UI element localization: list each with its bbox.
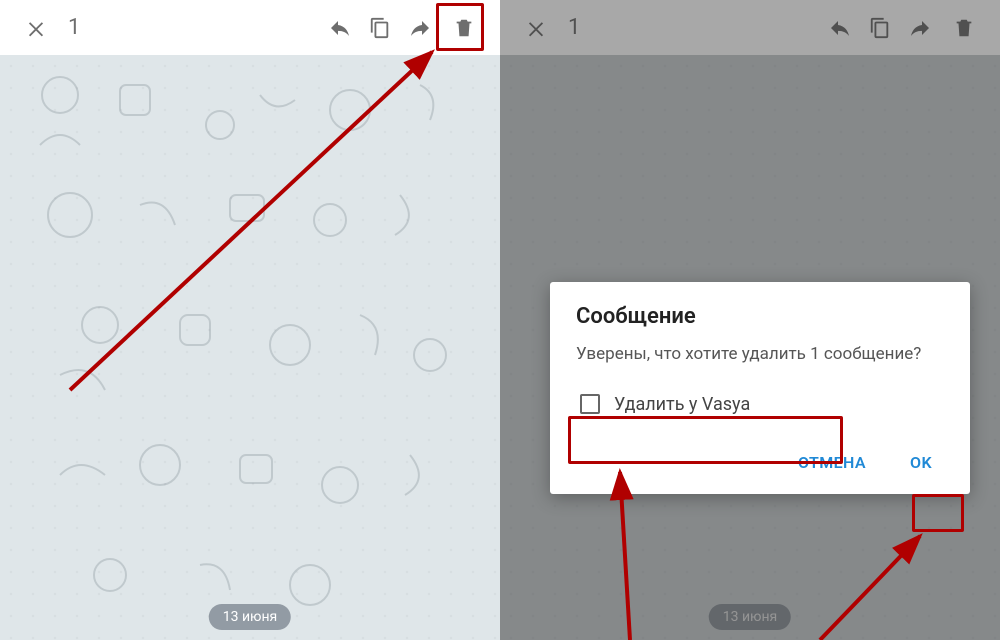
copy-icon <box>369 17 391 39</box>
selection-count: 1 <box>68 15 80 40</box>
cancel-button[interactable]: ОТМЕНА <box>786 445 878 480</box>
delete-button[interactable] <box>444 8 484 48</box>
delete-for-other-row[interactable]: Удалить у Vasya <box>576 388 944 421</box>
delete-confirm-dialog: Сообщение Уверены, что хотите удалить 1 … <box>550 282 970 494</box>
delete-for-other-label: Удалить у Vasya <box>614 394 750 415</box>
reply-icon <box>328 16 352 40</box>
delete-for-other-checkbox[interactable] <box>580 394 600 414</box>
close-icon <box>25 17 47 39</box>
dialog-title: Сообщение <box>576 304 944 329</box>
forward-button[interactable] <box>400 8 440 48</box>
dialog-body: Уверены, что хотите удалить 1 сообщение? <box>576 343 944 366</box>
screenshot-left: 1 1 <box>0 0 500 640</box>
modal-overlay-top <box>500 0 1000 55</box>
date-separator: 13 июня <box>209 604 291 630</box>
chat-background: 13 июня <box>0 55 500 640</box>
selection-toolbar: 1 <box>0 0 500 55</box>
reply-button[interactable] <box>320 8 360 48</box>
screenshot-right: 1 13 июня Сообщение Уверены, что хотите … <box>500 0 1000 640</box>
ok-button[interactable]: OK <box>898 445 944 480</box>
close-selection-button[interactable] <box>16 8 56 48</box>
copy-button[interactable] <box>360 8 400 48</box>
forward-icon <box>408 16 432 40</box>
background-doodles <box>0 55 500 640</box>
delete-icon <box>453 17 475 39</box>
